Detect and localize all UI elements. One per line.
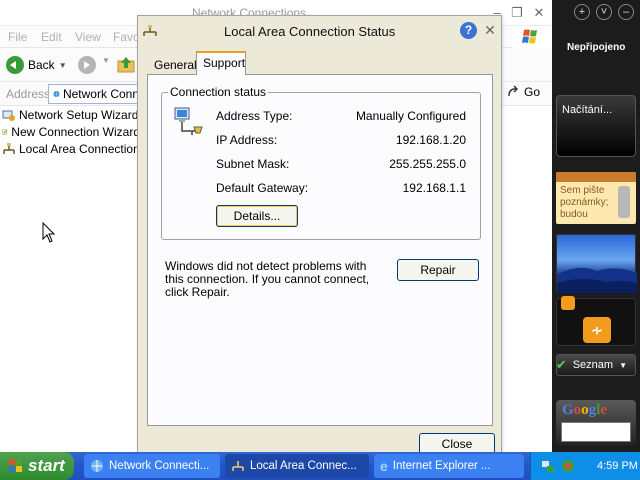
notes-text: Sem pište poznámky; budou xyxy=(560,185,609,220)
back-button[interactable]: Back ▼ xyxy=(6,54,67,76)
connection-list: Network Setup Wizard New Connection Wiza… xyxy=(0,106,140,157)
taskbar-item-label: Local Area Connec... xyxy=(250,460,357,472)
google-search-gadget: Google xyxy=(556,400,636,446)
default-gateway-value: 192.168.1.1 xyxy=(402,181,466,195)
network-computers-icon xyxy=(174,107,203,135)
menu-favorites[interactable]: Favo xyxy=(113,30,140,44)
go-arrow-icon xyxy=(508,85,519,97)
network-status-icon[interactable] xyxy=(541,459,555,473)
back-arrow-icon xyxy=(6,56,24,74)
address-field[interactable]: Network Conn xyxy=(48,84,140,104)
list-item-label: Local Area Connection xyxy=(19,141,140,156)
taskbar-item-local-area-connection[interactable]: Local Area Connec... xyxy=(225,454,369,478)
connection-status-group: Connection status Address Type: Manually… xyxy=(161,85,481,240)
close-icon[interactable]: ✕ xyxy=(530,4,548,22)
back-label: Back xyxy=(28,58,55,72)
loading-text: Načítání... xyxy=(562,104,613,116)
connection-status-dialog: Local Area Connection Status ? ✕ General… xyxy=(137,15,502,455)
go-button[interactable]: Go xyxy=(506,85,540,99)
chevron-down-icon[interactable]: ▼ xyxy=(619,361,627,370)
subnet-mask-label: Subnet Mask: xyxy=(216,157,290,171)
lan-connection-icon xyxy=(232,461,244,471)
loading-gadget[interactable]: Načítání... xyxy=(556,95,636,157)
sidebar: + ˅ – Nepřipojeno Načítání... Sem pište … xyxy=(552,0,640,452)
go-label: Go xyxy=(524,85,541,99)
list-item-label: Network Setup Wizard xyxy=(19,107,139,122)
close-icon[interactable]: ✕ xyxy=(481,21,499,39)
forward-arrow-icon[interactable] xyxy=(78,56,96,74)
taskbar-item-internet-explorer[interactable]: e Internet Explorer ... xyxy=(374,454,524,478)
start-label: start xyxy=(28,456,65,475)
network-setup-wizard-icon xyxy=(2,110,15,121)
address-value: Network Conn xyxy=(62,87,139,101)
new-connection-wizard-icon xyxy=(2,129,8,134)
notes-gadget[interactable]: Sem pište poznámky; budou xyxy=(556,172,636,224)
help-icon[interactable]: ? xyxy=(460,22,477,39)
menu-view[interactable]: View xyxy=(75,30,101,44)
list-item[interactable]: Network Setup Wizard xyxy=(0,106,140,123)
default-gateway-label: Default Gateway: xyxy=(216,181,309,195)
minus-icon[interactable]: – xyxy=(618,4,634,20)
list-item-label: New Connection Wizard xyxy=(11,124,140,139)
ip-address-value: 192.168.1.20 xyxy=(395,133,466,147)
network-globe-icon xyxy=(53,91,60,97)
menu-edit[interactable]: Edit xyxy=(41,30,62,44)
diagnostic-text: Windows did not detect problems with thi… xyxy=(165,259,370,299)
address-type-label: Address Type: xyxy=(216,109,293,123)
list-item[interactable]: New Connection Wizard xyxy=(0,123,140,140)
tab-support[interactable]: Support xyxy=(196,51,246,75)
dialog-title: Local Area Connection Status xyxy=(224,24,396,39)
start-button[interactable]: start xyxy=(0,452,74,480)
notepad-rings xyxy=(556,172,636,182)
feed-badge-icon xyxy=(561,296,575,310)
details-button[interactable]: Details... xyxy=(216,205,298,227)
restore-icon[interactable]: ❐ xyxy=(508,4,526,22)
chevron-down-icon[interactable]: ˅ xyxy=(596,4,612,20)
add-gadget-icon[interactable]: + xyxy=(574,4,590,20)
connection-status-text: Nepřipojeno xyxy=(567,42,626,53)
tab-general[interactable]: General xyxy=(148,55,197,74)
lan-connection-icon xyxy=(143,25,157,36)
internet-explorer-icon: e xyxy=(380,458,388,474)
lan-connection-icon xyxy=(3,142,15,154)
menu-file[interactable]: File xyxy=(8,30,27,44)
taskbar-item-network-connections[interactable]: Network Connecti... xyxy=(84,454,220,478)
mountain-landscape-image xyxy=(557,267,637,293)
windows-logo-icon xyxy=(9,459,22,472)
slideshow-gadget[interactable] xyxy=(556,234,637,293)
seznam-gadget[interactable]: ✔ Seznam ▼ xyxy=(556,354,636,376)
support-tab-panel: Connection status Address Type: Manually… xyxy=(147,74,493,426)
group-label: Connection status xyxy=(168,85,269,99)
taskbar-item-label: Network Connecti... xyxy=(109,460,210,472)
network-globe-icon xyxy=(91,460,103,472)
windows-logo-icon xyxy=(512,26,552,48)
google-logo: Google xyxy=(562,402,608,418)
subnet-mask-value: 255.255.255.0 xyxy=(389,157,466,171)
list-item[interactable]: Local Area Connection xyxy=(0,140,140,157)
repair-button[interactable]: Repair xyxy=(397,259,479,281)
address-label: Address xyxy=(6,87,51,101)
system-tray: 4:59 PM xyxy=(530,452,640,480)
taskbar-item-label: Internet Explorer ... xyxy=(392,460,491,472)
rss-icon: ∻ xyxy=(583,317,611,343)
mouse-cursor-icon xyxy=(42,222,56,243)
dialog-titlebar[interactable]: Local Area Connection Status ? ✕ xyxy=(138,16,501,46)
checkmark-icon: ✔ xyxy=(555,357,567,372)
google-search-input[interactable] xyxy=(561,422,631,442)
chevron-down-icon[interactable]: ▼ xyxy=(102,56,110,65)
seznam-label: Seznam xyxy=(572,359,614,371)
ip-address-label: IP Address: xyxy=(216,133,278,147)
folder-up-icon[interactable] xyxy=(116,55,136,75)
clock[interactable]: 4:59 PM xyxy=(597,460,638,472)
notes-scroll-handle[interactable] xyxy=(618,186,630,218)
taskbar: start Network Connecti... Local Area Con… xyxy=(0,452,640,480)
chevron-down-icon[interactable]: ▼ xyxy=(59,61,67,70)
sidebar-app-icon[interactable] xyxy=(561,459,575,473)
feed-gadget[interactable]: ∻ xyxy=(556,296,636,346)
address-type-value: Manually Configured xyxy=(355,109,466,123)
